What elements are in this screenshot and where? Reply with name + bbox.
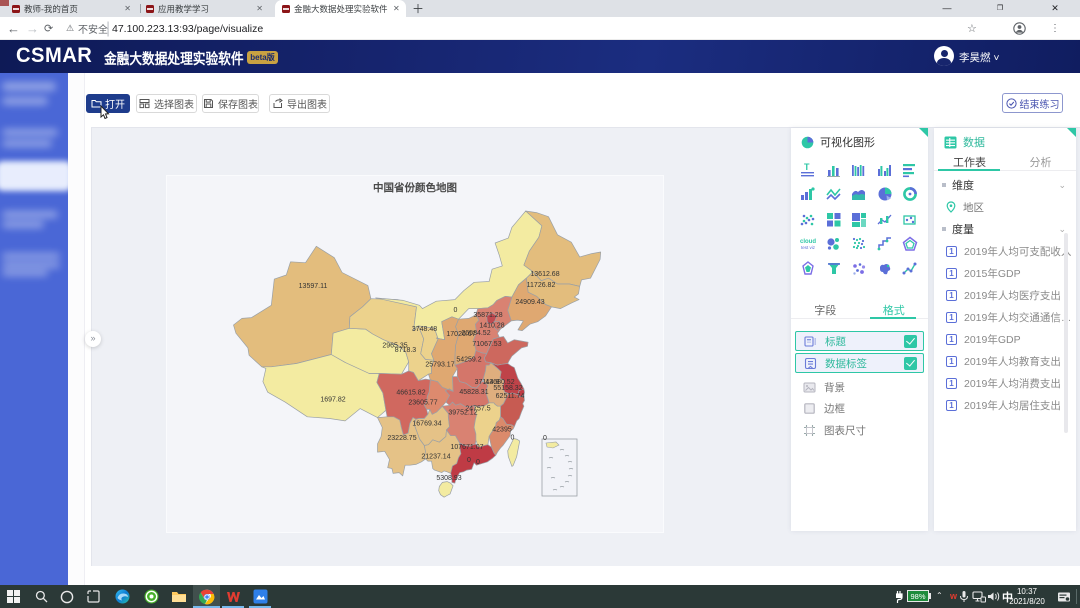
- svg-text:23228.75: 23228.75: [387, 435, 416, 442]
- svg-text:46615.82: 46615.82: [396, 390, 425, 397]
- svg-text:45828.31: 45828.31: [459, 389, 488, 396]
- svg-text:0: 0: [467, 457, 471, 464]
- svg-text:71067.53: 71067.53: [472, 341, 501, 348]
- svg-text:26584.52: 26584.52: [461, 330, 490, 337]
- svg-text:55158.32: 55158.32: [493, 385, 522, 392]
- svg-text:11726.82: 11726.82: [527, 282, 556, 289]
- svg-text:21237.14: 21237.14: [421, 454, 450, 461]
- svg-text:54259.2: 54259.2: [456, 357, 481, 364]
- svg-text:23605.77: 23605.77: [408, 400, 437, 407]
- svg-text:25793.17: 25793.17: [425, 362, 454, 369]
- svg-text:24909.43: 24909.43: [515, 299, 544, 306]
- svg-text:62511.74: 62511.74: [496, 393, 525, 400]
- svg-text:13597.11: 13597.11: [299, 283, 328, 290]
- svg-text:5308.93: 5308.93: [436, 475, 461, 482]
- svg-text:0: 0: [543, 435, 547, 442]
- svg-text:0: 0: [454, 307, 458, 314]
- svg-text:0: 0: [476, 459, 480, 466]
- svg-text:0: 0: [511, 435, 515, 442]
- svg-text:3748.48: 3748.48: [412, 326, 437, 333]
- svg-text:35871.28: 35871.28: [473, 312, 502, 319]
- svg-text:13612.68: 13612.68: [530, 271, 559, 278]
- svg-text:16769.34: 16769.34: [412, 421, 441, 428]
- svg-text:1410.28: 1410.28: [479, 323, 504, 330]
- svg-text:42395: 42395: [492, 427, 512, 434]
- svg-text:107671.07: 107671.07: [450, 444, 483, 451]
- svg-text:8718.3: 8718.3: [395, 347, 417, 354]
- svg-text:1697.82: 1697.82: [320, 397, 345, 404]
- svg-text:24757.5: 24757.5: [465, 406, 490, 413]
